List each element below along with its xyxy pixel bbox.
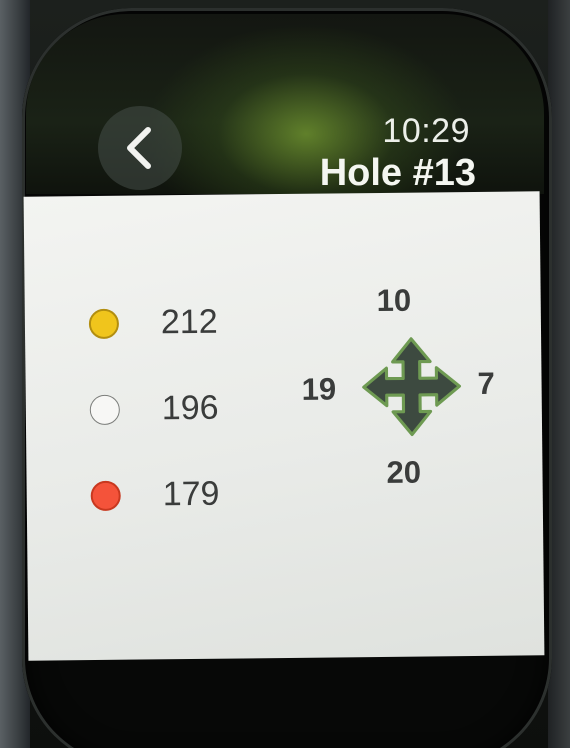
distance-value: 179 <box>162 474 220 514</box>
wind-left-value: 19 <box>301 371 337 407</box>
watch-header: 10:29 Hole #13 <box>26 14 544 194</box>
gold-flag-marker-icon <box>88 308 120 340</box>
red-flag-marker-icon <box>90 480 121 512</box>
clock-time: 10:29 <box>382 112 470 150</box>
distance-row-front: 212 <box>88 302 269 346</box>
chevron-left-icon <box>127 127 151 169</box>
distance-value: 196 <box>161 388 219 428</box>
device-photo: 10:29 Hole #13 212 196 179 10 19 7 20 <box>0 0 570 748</box>
back-button[interactable] <box>98 106 182 190</box>
distance-row-back: 179 <box>90 474 271 518</box>
wind-indicator: 10 19 7 20 <box>301 282 503 504</box>
hole-title: Hole #13 <box>319 152 476 194</box>
move-arrows-icon[interactable] <box>359 334 464 439</box>
hole-info-panel: 212 196 179 10 19 7 20 <box>23 191 545 661</box>
distance-value: 212 <box>160 302 218 342</box>
wind-bottom-value: 20 <box>386 454 422 490</box>
white-flag-marker-icon <box>89 394 120 426</box>
wind-top-value: 10 <box>376 282 412 319</box>
distance-row-middle: 196 <box>89 388 270 432</box>
wind-right-value: 7 <box>477 365 495 401</box>
